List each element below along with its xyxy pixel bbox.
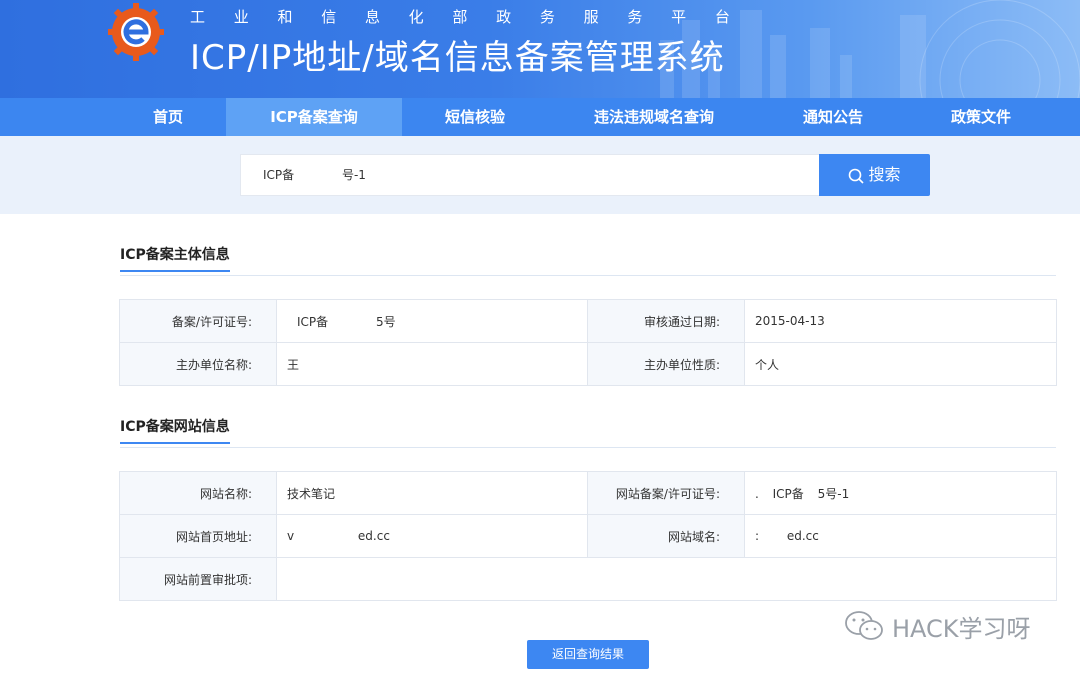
cell-label: 网站前置审批项:	[119, 557, 277, 601]
cell-label: 主办单位名称:	[119, 342, 277, 386]
search-input[interactable]: ICP备 号-1	[240, 154, 820, 196]
table-row: 网站首页地址: v ed.cc 网站域名: : ed.cc	[119, 514, 1057, 558]
main-nav: 首页 ICP备案查询 短信核验 违法违规域名查询 通知公告 政策文件	[0, 98, 1080, 136]
table-row: 网站名称: 技术笔记 网站备案/许可证号: . ICP备 5号-1	[119, 471, 1057, 515]
cell-value: 个人	[744, 342, 1057, 386]
nav-icp-query[interactable]: ICP备案查询	[226, 98, 402, 136]
cell-value	[276, 557, 1057, 601]
table-row: 网站前置审批项:	[119, 557, 1057, 601]
table-row: 备案/许可证号: ICP备 5号 审核通过日期: 2015-04-13	[119, 299, 1057, 343]
subject-section-title: ICP备案主体信息	[120, 244, 230, 272]
back-to-results-button[interactable]: 返回查询结果	[527, 640, 649, 669]
nav-sms-verify[interactable]: 短信核验	[402, 98, 548, 136]
section-divider	[120, 275, 1056, 276]
search-button-label: 搜索	[868, 165, 901, 184]
cell-label: 备案/许可证号:	[119, 299, 277, 343]
cell-label: 网站备案/许可证号:	[587, 471, 745, 515]
homepage-link[interactable]: v ed.cc	[276, 514, 588, 558]
cell-value: : ed.cc	[744, 514, 1057, 558]
watermark: HACK学习呀	[844, 610, 1031, 643]
nav-notices[interactable]: 通知公告	[760, 98, 906, 136]
cell-value: 王	[276, 342, 588, 386]
search-icon	[849, 168, 865, 184]
miit-logo-icon	[108, 3, 164, 61]
website-section-title: ICP备案网站信息	[120, 416, 230, 444]
cell-value: 2015-04-13	[744, 299, 1057, 343]
cell-value: . ICP备 5号-1	[744, 471, 1057, 515]
header-banner: 工业 和信 息化 部政 务服 务平 台 ICP/IP地址/域名信息备案管理系统	[0, 0, 1080, 98]
cell-label: 网站首页地址:	[119, 514, 277, 558]
website-info-table: 网站名称: 技术笔记 网站备案/许可证号: . ICP备 5号-1 网站首页地址…	[119, 471, 1057, 601]
table-row: 主办单位名称: 王 主办单位性质: 个人	[119, 342, 1057, 386]
wechat-icon	[845, 611, 883, 640]
ministry-name: 工业 和信 息化 部政 务服 务平 台	[190, 8, 730, 26]
nav-home[interactable]: 首页	[110, 98, 226, 136]
section-divider	[120, 447, 1056, 448]
cell-label: 审核通过日期:	[587, 299, 745, 343]
watermark-text: HACK学习呀	[892, 614, 1031, 643]
search-button[interactable]: 搜索	[819, 154, 930, 196]
cell-label: 主办单位性质:	[587, 342, 745, 386]
nav-policy-files[interactable]: 政策文件	[906, 98, 1056, 136]
cell-value: 技术笔记	[276, 471, 588, 515]
cell-label: 网站域名:	[587, 514, 745, 558]
cell-value: ICP备 5号	[276, 299, 588, 343]
cell-label: 网站名称:	[119, 471, 277, 515]
system-title: ICP/IP地址/域名信息备案管理系统	[190, 38, 725, 78]
nav-illegal-domain-query[interactable]: 违法违规域名查询	[548, 98, 760, 136]
subject-info-table: 备案/许可证号: ICP备 5号 审核通过日期: 2015-04-13 主办单位…	[119, 299, 1057, 386]
search-strip: ICP备 号-1 搜索	[0, 136, 1080, 214]
